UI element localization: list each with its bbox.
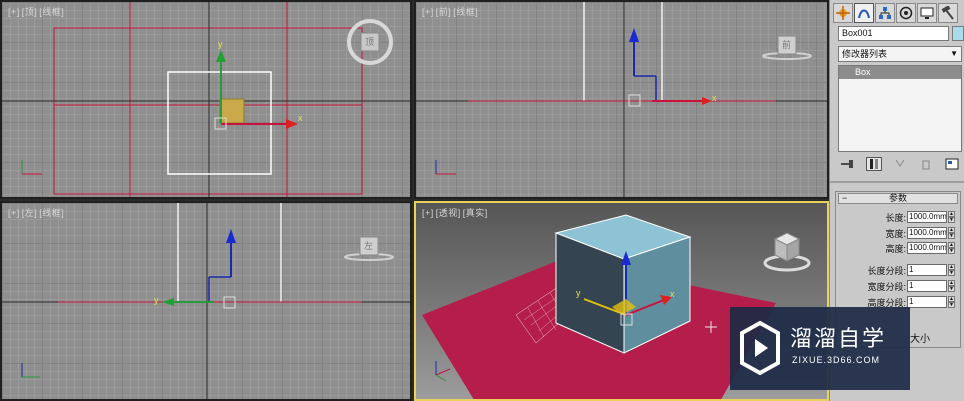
rollout-title: 参数 [888,193,907,203]
object-name-field[interactable]: Box001 [838,26,949,41]
modify-icon [858,9,870,19]
gizmo-x-arrow [286,119,298,129]
axis-tripod [435,160,456,175]
hierarchy-tab[interactable] [875,3,895,23]
modifier-list-dropdown[interactable]: 修改器列表 ▼ [838,46,962,62]
gizmo-x-label: x [712,93,717,103]
object-color-swatch[interactable] [952,26,964,41]
remove-modifier-button[interactable] [918,157,934,171]
trash-icon [922,160,930,170]
stack-item-box[interactable]: Box [839,66,961,79]
gizmo-y-label: y [154,295,159,305]
param-length-segs: 长度分段: 1 ▲ ▼ [867,264,955,276]
viewcube-top[interactable]: 顶 [346,18,394,66]
height-segs-spinner[interactable]: ▲ ▼ [948,296,955,308]
chevron-down-icon: ▼ [950,49,958,58]
viewport-label-top[interactable]: [+] [顶] [线框] [8,5,66,18]
length-segs-input[interactable]: 1 [907,264,947,276]
watermark-url: ZIXUE.3D66.COM [792,355,881,365]
axis-tripod [21,363,40,378]
configure-icon [945,158,959,170]
watermark-logo-icon [740,320,780,376]
command-panel-tabs [833,3,958,23]
utilities-tab[interactable] [938,3,958,23]
gizmo-z-arrow [629,28,639,42]
parameters-rollout-header[interactable]: − 参数 [838,193,958,204]
pin-stack-button[interactable] [840,157,856,171]
modifier-stack[interactable]: Box [838,65,962,152]
gizmo-x-label: x [670,289,675,299]
width-segs-input[interactable]: 1 [907,280,947,292]
watermark-overlay: 溜溜自学 ZIXUE.3D66.COM [730,307,910,390]
display-icon [920,7,934,19]
viewport-label-front[interactable]: [+] [前] [线框] [422,5,480,18]
length-spinner[interactable]: ▲ ▼ [948,211,955,223]
length-segs-spinner[interactable]: ▲ ▼ [948,264,955,276]
param-height: 高度: 1000.0mm ▲ ▼ [885,242,955,254]
make-unique-button[interactable] [892,157,908,171]
collapse-icon: − [842,193,848,203]
hammer-icon [941,6,954,20]
axis-tripod [21,160,42,175]
modifier-list-label: 修改器列表 [842,49,888,59]
motion-icon [899,6,913,20]
motion-tab[interactable] [896,3,916,23]
height-spinner[interactable]: ▲ ▼ [948,242,955,254]
viewport-left[interactable]: y [+] [左] [线框] 左 [0,201,412,401]
create-icon [836,6,850,20]
height-segs-input[interactable]: 1 [907,296,947,308]
length-input[interactable]: 1000.0mm [907,211,947,223]
param-width: 宽度: 1000.0mm ▲ ▼ [885,227,955,239]
param-length: 长度: 1000.0mm ▲ ▼ [885,211,955,223]
width-spinner[interactable]: ▲ ▼ [948,227,955,239]
width-segs-spinner[interactable]: ▲ ▼ [948,280,955,292]
pin-icon [841,160,853,168]
gizmo-x-label: x [298,113,303,123]
end-result-icon [870,159,878,169]
viewcube-front[interactable]: 前 [762,32,812,64]
hierarchy-icon [879,7,891,19]
panel-divider [830,181,964,183]
modify-tab[interactable] [854,3,874,23]
size-label: 大小 [910,334,930,345]
viewcube-perspective[interactable] [762,227,812,273]
viewport-label-perspective[interactable]: [+] [透视] [真实] [422,206,490,219]
height-input[interactable]: 1000.0mm [907,242,947,254]
watermark-title: 溜溜自学 [790,327,887,352]
gizmo-y-arrow [216,50,226,62]
axis-tripod [435,361,451,382]
viewport-label-left[interactable]: [+] [左] [线框] [8,206,66,219]
display-tab[interactable] [917,3,937,23]
param-width-segs: 宽度分段: 1 ▲ ▼ [867,280,955,292]
viewport-top[interactable]: y x [+] [顶] [线框] 顶 [0,0,412,199]
viewport-front[interactable]: x [+] [前] [线框] 前 [414,0,829,199]
box-object [219,98,245,124]
make-unique-icon [895,159,905,167]
create-tab[interactable] [833,3,853,23]
stack-toolbar [838,155,962,173]
width-input[interactable]: 1000.0mm [907,227,947,239]
gizmo-y-label: y [218,39,223,49]
gizmo-x-arrow [702,97,712,105]
viewcube-left[interactable]: 左 [344,233,394,265]
configure-sets-button[interactable] [944,157,960,171]
gizmo-z-arrow [226,229,236,243]
gizmo-y-label: y [576,288,581,298]
gizmo-y-arrow [162,298,174,306]
show-end-result-button[interactable] [866,157,882,171]
